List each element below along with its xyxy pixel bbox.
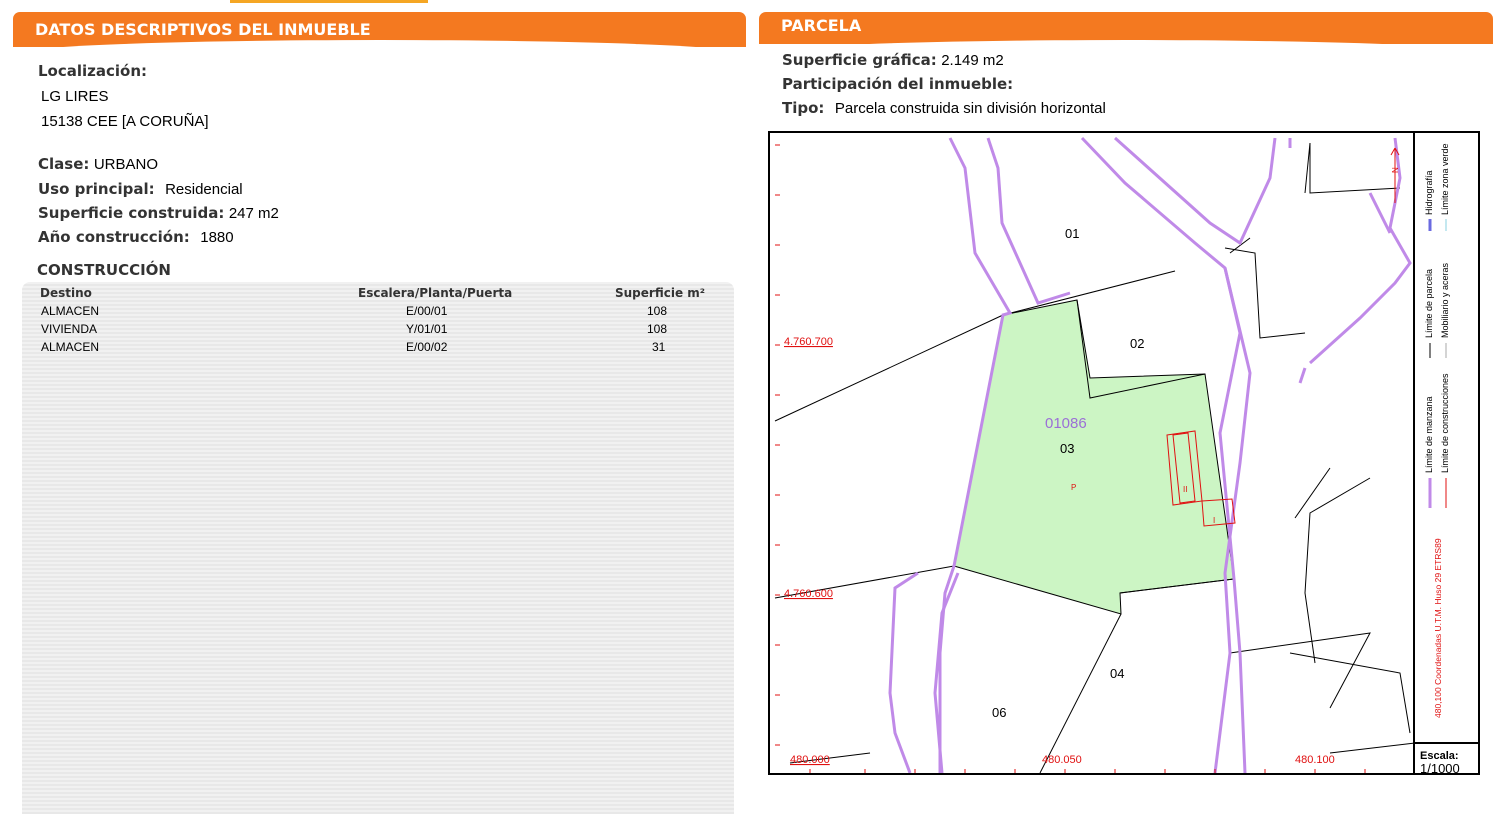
sup-grafica-label: Superficie gráfica: xyxy=(782,51,937,69)
address-line-2: 15138 CEE [A CORUÑA] xyxy=(41,113,209,130)
north-label: N xyxy=(1391,167,1400,173)
tipo-value: Parcela construida sin división horizont… xyxy=(834,100,1106,117)
superficie-label: Superficie construida: xyxy=(38,204,225,222)
uso-value: Residencial xyxy=(165,181,243,198)
clase-value: URBANO xyxy=(93,156,159,173)
cell-escalera: E/00/02 xyxy=(406,340,448,354)
parcel-label-06: 06 xyxy=(992,705,1006,720)
legend-manzana: Límite de manzana xyxy=(1424,396,1434,473)
tipo-field: Tipo: Parcela construida sin división ho… xyxy=(782,99,1106,118)
parcel-label-03: 03 xyxy=(1060,441,1074,456)
legend-hidrografia: Hidrografía xyxy=(1424,170,1434,215)
sup-grafica-value: 2.149 m2 xyxy=(941,52,1004,69)
table-row: ALMACEN E/00/02 31 xyxy=(22,338,734,356)
section-header-parcela: PARCELA xyxy=(759,12,1493,54)
clase-label: Clase: xyxy=(38,155,90,173)
anio-field: Año construcción: 1880 xyxy=(38,228,234,247)
coord-x-label: 480.100 xyxy=(1295,754,1335,766)
legend-mobiliario: Mobiliario y aceras xyxy=(1440,262,1450,338)
sup-grafica-field: Superficie gráfica: 2.149 m2 xyxy=(782,51,1004,70)
participacion-label: Participación del inmueble: xyxy=(782,75,1014,93)
section-header-datos: DATOS DESCRIPTIVOS DEL INMUEBLE xyxy=(13,12,746,54)
cell-superficie: 108 xyxy=(647,304,668,318)
legend-zona-verde: Límite zona verde xyxy=(1440,143,1450,215)
superficie-value: 247 m2 xyxy=(228,205,279,222)
cell-destino: ALMACEN xyxy=(41,340,100,354)
coord-x-label: 480.050 xyxy=(1042,754,1082,766)
col-header-superficie: Superficie m² xyxy=(615,286,706,300)
clase-field: Clase: URBANO xyxy=(38,155,158,174)
coord-y-label: 4.760.600 xyxy=(784,588,833,600)
tipo-label: Tipo: xyxy=(782,99,825,117)
anio-label: Año construcción: xyxy=(38,228,190,246)
coord-x-label: 480.000 xyxy=(790,754,830,766)
uso-label: Uso principal: xyxy=(38,180,155,198)
uso-field: Uso principal: Residencial xyxy=(38,180,243,199)
building-label-ii: II xyxy=(1183,485,1187,494)
cell-escalera: E/00/01 xyxy=(406,304,448,318)
scale-value: 1/1000 xyxy=(1420,761,1460,775)
legend-entries: Límite de manzana Límite de construccion… xyxy=(1424,143,1450,718)
section-title: DATOS DESCRIPTIVOS DEL INMUEBLE xyxy=(35,20,371,39)
col-header-escalera: Escalera/Planta/Puerta xyxy=(358,286,513,300)
legend-construcciones: Límite de construcciones xyxy=(1440,373,1450,473)
cell-destino: VIVIENDA xyxy=(41,322,98,336)
parcel-letter-p: P xyxy=(1071,483,1076,492)
parcel-label-02: 02 xyxy=(1130,336,1144,351)
anio-value: 1880 xyxy=(200,229,234,246)
cell-destino: ALMACEN xyxy=(41,304,100,318)
cell-superficie: 108 xyxy=(647,322,668,336)
address-line-1: LG LIRES xyxy=(41,88,109,105)
cell-superficie: 31 xyxy=(652,340,666,354)
building-label-i: I xyxy=(1213,516,1215,525)
cell-escalera: Y/01/01 xyxy=(406,322,448,336)
parcel-label-04: 04 xyxy=(1110,666,1124,681)
localizacion-label: Localización: xyxy=(38,62,148,80)
construccion-table: Destino Escalera/Planta/Puerta Superfici… xyxy=(22,282,734,814)
col-header-destino: Destino xyxy=(40,286,92,300)
construccion-title: CONSTRUCCIÓN xyxy=(37,261,171,279)
superficie-field: Superficie construida: 247 m2 xyxy=(38,204,279,223)
cadastral-map[interactable]: 4.760.700 4.760.600 480.000 480.050 480.… xyxy=(768,131,1480,775)
parcel-id-label: 01086 xyxy=(1045,415,1087,432)
top-accent-line xyxy=(230,0,428,3)
table-row: ALMACEN E/00/01 108 xyxy=(22,302,734,320)
parcel-label-01: 01 xyxy=(1065,226,1079,241)
section-title: PARCELA xyxy=(781,16,862,35)
legend-coordinates: 480,100 Coordenadas U.T.M. Huso 29 ETRS8… xyxy=(1433,538,1443,718)
legend-parcela: Límite de parcela xyxy=(1424,269,1434,338)
table-row: VIVIENDA Y/01/01 108 xyxy=(22,320,734,338)
coord-y-label: 4.760.700 xyxy=(784,336,833,348)
